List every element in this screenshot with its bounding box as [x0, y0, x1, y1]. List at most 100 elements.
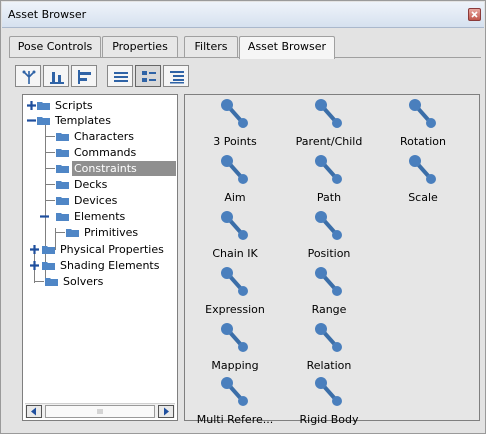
tree-item-scripts[interactable]: Scripts [23, 98, 173, 114]
asset-item[interactable]: Range [279, 263, 379, 321]
asset-item[interactable]: Multi Refere... [185, 373, 285, 431]
tree-item-characters[interactable]: Characters [45, 129, 175, 145]
tree-item-primitives[interactable]: Primitives [55, 225, 175, 241]
constraint-icon [221, 323, 248, 352]
chevron-right-icon [164, 407, 169, 416]
asset-item[interactable]: Path [279, 151, 379, 209]
constraint-icon [221, 155, 248, 184]
icon-view-button[interactable] [135, 65, 161, 87]
tree-item-commands[interactable]: Commands [45, 145, 175, 161]
tree-item-templates[interactable]: Templates [23, 113, 173, 129]
constraint-icon [315, 211, 342, 240]
tree-item-constraints[interactable]: Constraints [45, 161, 176, 177]
expand-icon[interactable] [29, 260, 40, 271]
tree-item-elements[interactable]: Elements [39, 209, 175, 225]
folder-icon [37, 117, 50, 125]
asset-item[interactable]: Parent/Child [279, 95, 379, 153]
asset-label: Mapping [211, 359, 259, 372]
folder-icon [42, 246, 55, 254]
tab-label: Asset Browser [247, 40, 327, 53]
constraint-icon [409, 155, 436, 184]
constraint-icon [315, 155, 342, 184]
tree-item-label: Devices [74, 194, 118, 207]
asset-label: Parent/Child [295, 135, 363, 148]
asset-item[interactable]: Position [279, 207, 379, 265]
asset-item[interactable]: Aim [185, 151, 285, 209]
constraint-icon [221, 377, 248, 406]
asset-label: 3 Points [213, 135, 257, 148]
asset-item[interactable]: Rigid Body [279, 373, 379, 431]
asset-label: Chain IK [212, 247, 258, 260]
folder-icon [56, 149, 69, 157]
bottom-align-icon [50, 72, 64, 84]
tab-label: Pose Controls [17, 40, 93, 53]
asset-label: Expression [205, 303, 265, 316]
scroll-thumb[interactable] [45, 405, 155, 418]
asset-item[interactable]: Rotation [373, 95, 473, 153]
scroll-left-button[interactable] [26, 405, 42, 418]
tree-item-label: Elements [74, 210, 126, 223]
expand-icon[interactable] [26, 100, 37, 111]
folder-icon [37, 102, 50, 110]
constraint-icon [315, 323, 342, 352]
asset-label: Multi Refere... [196, 413, 274, 426]
tree-horizontal-scrollbar[interactable] [25, 403, 175, 418]
collapse-icon[interactable] [39, 211, 50, 222]
folder-icon [56, 133, 69, 141]
asset-tree[interactable]: Scripts Templates Characters Commands Co… [22, 94, 178, 421]
collapse-icon[interactable] [26, 115, 37, 126]
folder-icon [45, 278, 58, 286]
bottom-align-button[interactable] [43, 65, 69, 87]
tree-item-physical-properties[interactable]: Physical Properties [23, 242, 175, 258]
folder-icon [56, 181, 69, 189]
asset-label: Path [316, 191, 342, 204]
tree-item-label: Characters [74, 130, 135, 143]
folder-icon [56, 213, 69, 221]
folder-icon [66, 229, 79, 237]
left-align-button[interactable] [71, 65, 97, 87]
asset-label: Rigid Body [299, 413, 359, 426]
tree-item-devices[interactable]: Devices [45, 193, 175, 209]
expand-icon[interactable] [29, 244, 40, 255]
asset-label: Aim [224, 191, 246, 204]
left-align-icon [78, 70, 91, 84]
constraint-icon [315, 99, 342, 128]
asset-label: Scale [408, 191, 438, 204]
constraint-icon [221, 211, 248, 240]
tab-asset-browser[interactable]: Asset Browser [239, 36, 335, 59]
tree-item-label: Physical Properties [60, 243, 164, 256]
asset-item[interactable]: Relation [279, 319, 379, 377]
folder-icon [56, 197, 69, 205]
tab-properties[interactable]: Properties [102, 36, 178, 58]
folder-icon [56, 165, 69, 173]
list-view-button[interactable] [107, 65, 133, 87]
asset-label: Rotation [399, 135, 446, 148]
tab-filters[interactable]: Filters [184, 36, 238, 58]
asset-item[interactable]: Chain IK [185, 207, 285, 265]
grip-icon [97, 409, 103, 414]
detail-view-icon [170, 71, 184, 84]
tab-pose-controls[interactable]: Pose Controls [9, 36, 101, 58]
detail-view-button[interactable] [163, 65, 189, 87]
tree-item-solvers[interactable]: Solvers [34, 274, 175, 290]
tree-view-button[interactable] [15, 65, 41, 87]
scroll-right-button[interactable] [158, 405, 174, 418]
tab-label: Filters [194, 40, 228, 53]
chevron-left-icon [31, 407, 36, 416]
tree-item-shading-elements[interactable]: Shading Elements [23, 258, 175, 274]
asset-item[interactable]: Expression [185, 263, 285, 321]
asset-grid: 3 Points Parent/Child Rotation Aim Path … [184, 94, 480, 426]
tree-item-label: Commands [74, 146, 137, 159]
constraint-icon [409, 99, 436, 128]
tree-item-label: Solvers [63, 275, 104, 288]
tree-item-label: Constraints [72, 161, 176, 176]
folder-icon [42, 262, 55, 270]
asset-item[interactable]: Mapping [185, 319, 285, 377]
title-bar: Asset Browser [2, 2, 484, 28]
asset-item[interactable]: Scale [373, 151, 473, 209]
close-icon[interactable] [468, 8, 481, 21]
constraint-icon [315, 377, 342, 406]
asset-item[interactable]: 3 Points [185, 95, 285, 153]
window-title: Asset Browser [8, 8, 87, 21]
tree-item-decks[interactable]: Decks [45, 177, 175, 193]
